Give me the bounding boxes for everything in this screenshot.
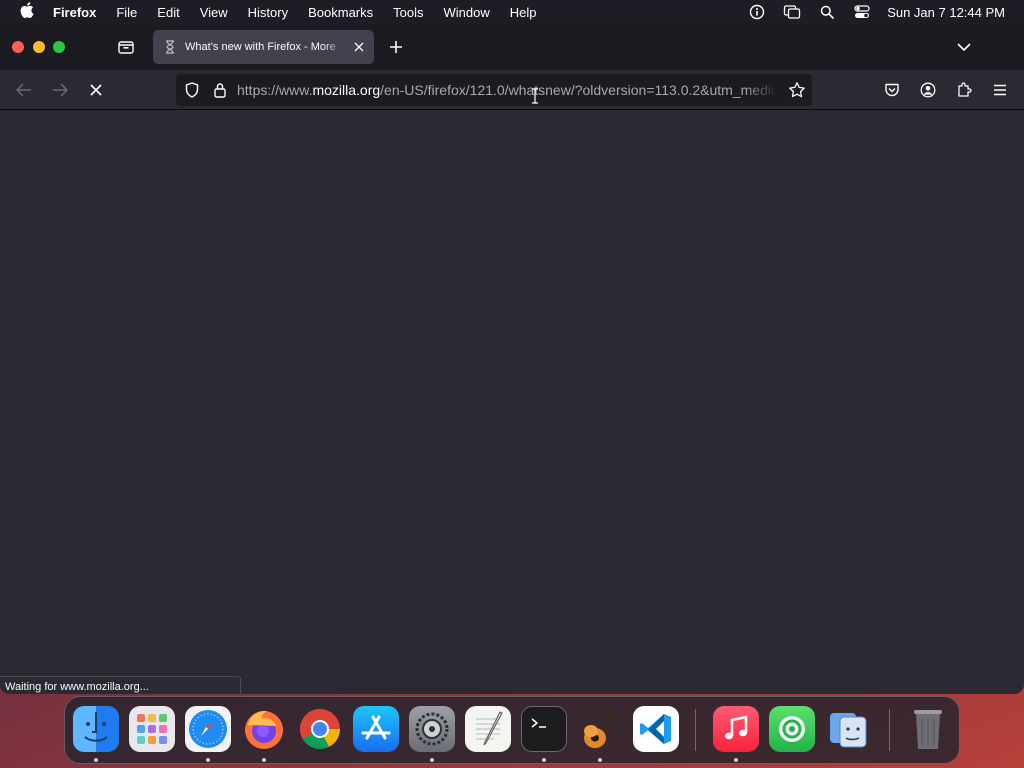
account-icon[interactable] <box>916 78 940 102</box>
dock-migration-assistant-icon[interactable] <box>825 706 871 752</box>
lock-icon[interactable] <box>211 81 229 99</box>
hourglass-loading-icon <box>163 40 177 54</box>
page-content[interactable] <box>0 111 1024 694</box>
dock-find-my-icon[interactable] <box>769 706 815 752</box>
shield-icon[interactable] <box>183 81 201 99</box>
new-tab-icon[interactable] <box>386 36 406 58</box>
dock-running-indicator <box>734 758 738 762</box>
screen-mirroring-icon[interactable] <box>783 3 801 21</box>
tab-whats-new[interactable]: What’s new with Firefox - More <box>153 30 374 64</box>
dock-app-store-icon[interactable] <box>353 706 399 752</box>
dock-textedit-icon[interactable] <box>465 706 511 752</box>
info-icon[interactable] <box>748 3 766 21</box>
dock-separator <box>889 709 890 751</box>
firefox-view-icon[interactable] <box>114 36 138 58</box>
url-domain: mozilla.org <box>312 82 381 98</box>
window-maximize-button[interactable] <box>53 41 65 53</box>
apple-icon[interactable] <box>16 2 38 22</box>
url-path: /en-US/firefox/121.0/whatsnew/?oldversio… <box>380 82 777 98</box>
status-panel: Waiting for www.mozilla.org... <box>0 676 241 694</box>
dock-chrome-icon[interactable] <box>297 706 343 752</box>
dock-safari-icon[interactable] <box>185 706 231 752</box>
dock-launchpad-icon[interactable] <box>129 706 175 752</box>
search-icon[interactable] <box>818 3 836 21</box>
menu-app-name[interactable]: Firefox <box>53 5 96 20</box>
menu-help[interactable]: Help <box>510 5 537 20</box>
tab-bar: What’s new with Firefox - More <box>0 24 1024 70</box>
dock-running-indicator <box>206 758 210 762</box>
dock-terminal-icon[interactable] <box>521 706 567 752</box>
dock-running-indicator <box>262 758 266 762</box>
dock-firefox-icon[interactable] <box>241 706 287 752</box>
dock-running-indicator <box>598 758 602 762</box>
stop-loading-icon[interactable] <box>84 78 108 102</box>
dock-finder-icon[interactable] <box>73 706 119 752</box>
menu-bar: Firefox File Edit View History Bookmarks… <box>0 0 1024 24</box>
dock-system-settings-icon[interactable] <box>409 706 455 752</box>
forward-arrow-icon[interactable] <box>48 78 72 102</box>
dock-running-indicator <box>542 758 546 762</box>
chevron-down-icon[interactable] <box>954 36 974 58</box>
pocket-icon[interactable] <box>880 78 904 102</box>
menu-file[interactable]: File <box>116 5 137 20</box>
url-text[interactable]: https://www.mozilla.org/en-US/firefox/12… <box>237 82 777 98</box>
hamburger-menu-icon[interactable] <box>988 78 1012 102</box>
dock-trash-icon[interactable] <box>905 706 951 752</box>
dock-running-indicator <box>94 758 98 762</box>
menu-bookmarks[interactable]: Bookmarks <box>308 5 373 20</box>
extensions-icon[interactable] <box>952 78 976 102</box>
dock <box>64 696 960 764</box>
tab-title: What’s new with Firefox - More <box>185 41 336 53</box>
firefox-window: What’s new with Firefox - More https://w… <box>0 24 1024 694</box>
menu-tools[interactable]: Tools <box>393 5 423 20</box>
bookmark-star-icon[interactable] <box>788 81 806 104</box>
window-close-button[interactable] <box>12 41 24 53</box>
dock-garageband-icon[interactable] <box>577 706 623 752</box>
dock-running-indicator <box>430 758 434 762</box>
close-tab-icon[interactable] <box>351 39 367 55</box>
dock-vscode-icon[interactable] <box>633 706 679 752</box>
control-center-icon[interactable] <box>853 3 871 21</box>
url-prefix: https://www. <box>237 82 313 98</box>
dock-separator <box>695 709 696 751</box>
back-arrow-icon[interactable] <box>12 78 36 102</box>
dock-music-icon[interactable] <box>713 706 759 752</box>
window-minimize-button[interactable] <box>33 41 45 53</box>
menu-view[interactable]: View <box>200 5 228 20</box>
menu-clock[interactable]: Sun Jan 7 12:44 PM <box>887 5 1005 20</box>
text-cursor-icon <box>530 88 540 104</box>
menu-edit[interactable]: Edit <box>157 5 179 20</box>
menu-window[interactable]: Window <box>444 5 490 20</box>
menu-history[interactable]: History <box>248 5 288 20</box>
url-bar[interactable]: https://www.mozilla.org/en-US/firefox/12… <box>176 74 812 106</box>
nav-bar: https://www.mozilla.org/en-US/firefox/12… <box>0 70 1024 110</box>
